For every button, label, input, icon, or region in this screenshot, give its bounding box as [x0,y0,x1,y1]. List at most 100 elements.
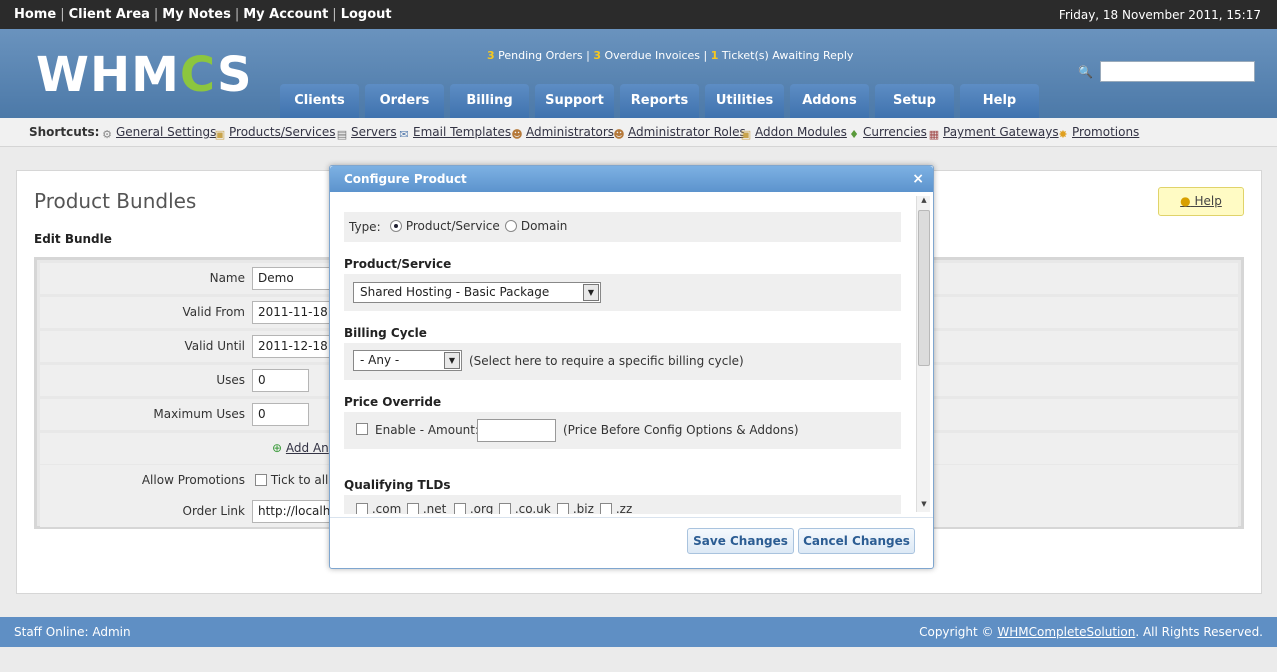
dialog-scrollbar[interactable]: ▲ ▼ [916,196,930,512]
gateway-icon: ▦ [928,128,940,141]
divider: | [586,49,590,62]
logo-gear-icon: C [179,47,218,103]
whmcs-link[interactable]: WHMCompleteSolution [997,625,1135,639]
price-override-checkbox[interactable] [356,423,368,435]
scroll-down-icon[interactable]: ▼ [917,500,931,512]
type-option-domain[interactable]: Domain [505,219,567,233]
type-option-product[interactable]: Product/Service [390,219,500,233]
tickets-link[interactable]: Ticket(s) Awaiting Reply [722,49,854,62]
nav-tab-support[interactable]: Support [535,84,614,118]
shortcut-payment-gateways[interactable]: ▦ Payment Gateways [927,125,1059,142]
dialog-title: Configure Product [344,172,467,186]
tld-checkbox[interactable] [407,503,419,514]
tickets-count: 1 [710,49,719,62]
tld-checkbox[interactable] [454,503,466,514]
max-uses-label: Maximum Uses [153,407,245,421]
tld-checkbox[interactable] [557,503,569,514]
tld-checkbox[interactable] [499,503,511,514]
tld-org[interactable]: .org [454,502,493,514]
shortcut-general-settings[interactable]: ⚙ General Settings [100,125,216,142]
shortcut-currencies[interactable]: ♦ Currencies [847,125,927,142]
scroll-thumb[interactable] [918,210,930,366]
close-icon[interactable]: × [912,171,924,187]
nav-tab-reports[interactable]: Reports [620,84,699,118]
client-area-link[interactable]: Client Area [69,7,150,22]
divider: | [703,49,708,62]
valid-from-label: Valid From [182,305,245,319]
price-hint: (Price Before Config Options & Addons) [563,423,799,437]
shortcut-servers[interactable]: ▤ Servers [335,125,397,142]
shortcut-products-services[interactable]: ▣ Products/Services [213,125,336,142]
name-label: Name [209,271,245,285]
pending-orders-count: 3 [487,49,495,62]
domain-radio-label: Domain [520,219,568,233]
divider: | [153,7,159,22]
logout-link[interactable]: Logout [341,7,392,22]
shortcut-administrators[interactable]: ☻ Administrators [510,125,614,142]
nav-tab-clients[interactable]: Clients [280,84,359,118]
dialog-body: Type: Product/Service Domain Product/Ser… [330,193,933,514]
nav-tab-addons[interactable]: Addons [790,84,869,118]
allow-promotions-option[interactable]: Tick to allo [255,473,336,487]
allow-promotions-text: Tick to allo [270,473,336,487]
billing-cycle-select[interactable]: - Any - ▼ [353,350,462,371]
price-amount-input[interactable] [477,419,556,442]
tld-net[interactable]: .net [407,502,446,514]
help-button[interactable]: ● Help [1158,187,1244,216]
nav-tab-help[interactable]: Help [960,84,1039,118]
top-bar: Home | Client Area | My Notes | My Account | Log… [0,0,1277,29]
dialog-title-bar[interactable]: Configure Product × [330,166,933,192]
chevron-down-icon: ▼ [444,352,460,369]
tld-com[interactable]: .com [356,502,401,514]
shortcut-label: Products/Services [229,125,336,139]
nav-tab-utilities[interactable]: Utilities [705,84,784,118]
shortcut-email-templates[interactable]: ✉ Email Templates [397,125,511,142]
module-icon: ▣ [740,128,752,141]
nav-tab-billing[interactable]: Billing [450,84,529,118]
price-label: Enable - Amount: [375,423,480,437]
home-link[interactable]: Home [14,7,56,22]
tlds-row: .com .net .org .co.uk .biz .zz [344,495,901,514]
tld-biz[interactable]: .biz [557,502,594,514]
shortcut-label: Addon Modules [755,125,847,139]
uses-input[interactable]: 0 [252,369,309,392]
scroll-up-icon[interactable]: ▲ [917,196,931,208]
tld-zz[interactable]: .zz [600,502,632,514]
product-radio[interactable] [390,220,402,232]
divider: | [60,7,65,22]
cancel-changes-button[interactable]: Cancel Changes [798,528,915,554]
shortcut-administrator-roles[interactable]: ☻ Administrator Roles [612,125,745,142]
product-select[interactable]: Shared Hosting - Basic Package ▼ [353,282,601,303]
configure-product-dialog: Configure Product × Type: Product/Servic… [329,165,934,569]
tld-label: .com [371,502,402,514]
allow-promotions-label: Allow Promotions [141,473,245,487]
my-account-link[interactable]: My Account [243,7,328,22]
divider: | [332,7,337,22]
whmcs-logo[interactable]: WHMCS [36,47,253,103]
chevron-down-icon: ▼ [583,284,599,301]
shortcut-label: Email Templates [413,125,512,139]
pending-orders-link[interactable]: Pending Orders [498,49,582,62]
tld-checkbox[interactable] [600,503,612,514]
overdue-invoices-count: 3 [593,49,601,62]
save-changes-button[interactable]: Save Changes [687,528,794,554]
tld-co-uk[interactable]: .co.uk [499,502,551,514]
tld-label: .biz [572,502,594,514]
shortcut-promotions[interactable]: ✸ Promotions [1056,125,1139,142]
billing-heading: Billing Cycle [344,326,427,340]
logo-text: WHM [36,47,180,103]
overdue-invoices-link[interactable]: Overdue Invoices [605,49,701,62]
domain-radio[interactable] [505,220,517,232]
nav-tab-orders[interactable]: Orders [365,84,444,118]
tld-checkbox[interactable] [356,503,368,514]
search-input[interactable] [1100,61,1255,82]
header: WHMCS 3 Pending Orders | 3 Overdue Invoi… [0,29,1277,118]
allow-promotions-checkbox[interactable] [255,474,267,486]
add-another-link[interactable]: ⊕ Add An [272,441,329,455]
nav-tab-setup[interactable]: Setup [875,84,954,118]
my-notes-link[interactable]: My Notes [162,7,231,22]
tld-label: .zz [615,502,633,514]
max-uses-input[interactable]: 0 [252,403,309,426]
money-icon: ♦ [849,128,859,141]
shortcut-addon-modules[interactable]: ▣ Addon Modules [739,125,847,142]
